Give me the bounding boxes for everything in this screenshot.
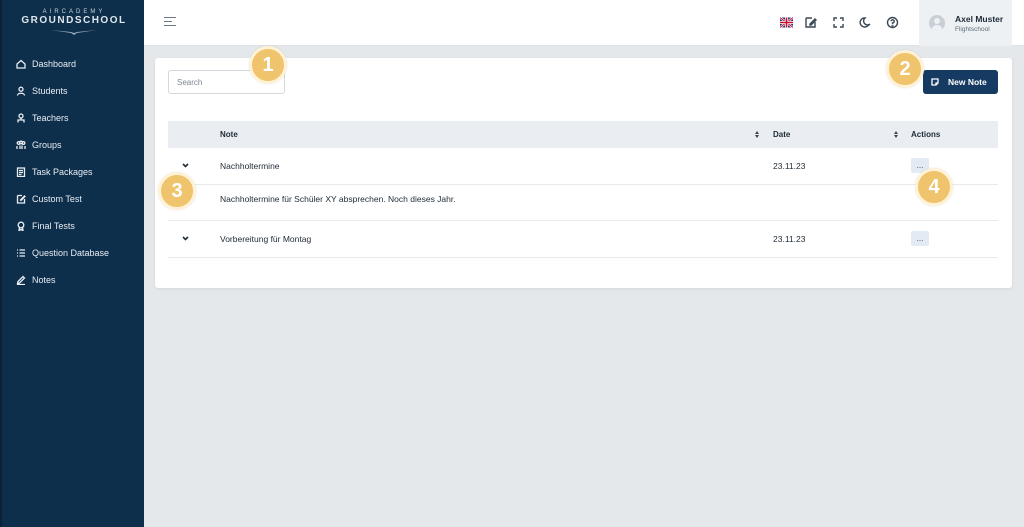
list-icon — [16, 248, 26, 258]
column-header-actions: Actions — [911, 130, 941, 139]
user-role: Flightschool — [955, 25, 990, 33]
sidebar-item-label: Task Packages — [32, 166, 93, 177]
sort-date-icon[interactable] — [893, 130, 899, 139]
teacher-icon — [16, 112, 26, 123]
sidebar-item-dashboard[interactable]: Dashboard — [16, 50, 144, 77]
sidebar-item-final-tests[interactable]: Final Tests — [16, 212, 144, 239]
wings-icon — [51, 30, 97, 35]
column-header-date[interactable]: Date — [773, 130, 790, 139]
callout-badge-1: 1 — [249, 46, 287, 84]
sidebar-item-notes[interactable]: Notes — [16, 266, 144, 293]
sort-note-icon[interactable] — [754, 130, 760, 139]
sidebar-item-teachers[interactable]: Teachers — [16, 104, 144, 131]
sidebar-item-label: Final Tests — [32, 220, 75, 231]
user-menu[interactable]: Axel Muster Flightschool — [919, 0, 1012, 46]
user-icon — [16, 86, 26, 96]
sidebar-item-label: Students — [32, 85, 68, 96]
sidebar-item-label: Notes — [32, 274, 56, 285]
top-bar: Axel Muster Flightschool — [144, 0, 1024, 46]
uk-flag-icon[interactable] — [780, 16, 793, 29]
award-icon — [16, 221, 26, 231]
callout-badge-3: 3 — [158, 172, 196, 210]
sidebar-item-label: Question Database — [32, 247, 110, 258]
notes-card: New Note Note Date Actions Nachholtermin… — [155, 58, 1012, 288]
callout-badge-4: 4 — [915, 168, 953, 206]
chevron-down-icon[interactable] — [181, 161, 190, 170]
sidebar-nav: Dashboard Students Teachers Groups Task … — [16, 50, 144, 293]
note-detail-text: Nachholtermine für Schüler XY absprechen… — [220, 194, 456, 204]
note-icon — [931, 78, 939, 86]
new-note-label: New Note — [948, 77, 987, 87]
callout-badge-2: 2 — [886, 50, 924, 88]
chevron-down-icon[interactable] — [181, 234, 190, 243]
groups-icon — [16, 140, 26, 150]
table-row[interactable]: Nachholtermine 23.11.23 ... — [168, 148, 998, 185]
table-row[interactable]: Vorbereitung für Montag 23.11.23 ... — [168, 221, 998, 258]
notes-table: Note Date Actions Nachholtermine 23.11.2… — [168, 121, 998, 258]
pencil-icon — [16, 275, 26, 285]
sidebar-item-question-database[interactable]: Question Database — [16, 239, 144, 266]
note-date: 23.11.23 — [773, 234, 806, 244]
moon-icon[interactable] — [859, 16, 872, 29]
help-icon[interactable] — [886, 16, 899, 29]
table-header: Note Date Actions — [168, 121, 998, 148]
sidebar-item-label: Groups — [32, 139, 62, 150]
app-logo[interactable]: AIRCADEMY GROUNDSCHOOL — [2, 8, 146, 42]
custom-test-icon — [16, 194, 26, 204]
edit-note-icon[interactable] — [804, 16, 817, 29]
fullscreen-icon[interactable] — [832, 16, 845, 29]
note-detail-row: Nachholtermine für Schüler XY absprechen… — [168, 185, 998, 221]
sidebar-item-label: Dashboard — [32, 58, 77, 69]
note-date: 23.11.23 — [773, 161, 806, 171]
row-actions-button[interactable]: ... — [911, 231, 929, 246]
sidebar-item-task-packages[interactable]: Task Packages — [16, 158, 144, 185]
note-title: Vorbereitung für Montag — [220, 234, 312, 244]
new-note-button[interactable]: New Note — [923, 70, 998, 94]
sidebar-item-label: Teachers — [32, 112, 69, 123]
sidebar-item-groups[interactable]: Groups — [16, 131, 144, 158]
sidebar-item-label: Custom Test — [32, 193, 82, 204]
user-name: Axel Muster — [955, 13, 1004, 24]
menu-toggle-icon[interactable] — [164, 17, 176, 29]
sidebar-item-students[interactable]: Students — [16, 77, 144, 104]
note-title: Nachholtermine — [220, 161, 280, 171]
home-icon — [16, 59, 26, 69]
logo-main-text: GROUNDSCHOOL — [21, 15, 127, 26]
sidebar-item-custom-test[interactable]: Custom Test — [16, 185, 144, 212]
column-header-note[interactable]: Note — [220, 130, 238, 139]
avatar — [929, 15, 945, 31]
sidebar: AIRCADEMY GROUNDSCHOOL Dashboard Student… — [0, 0, 144, 527]
task-packages-icon — [16, 166, 26, 177]
